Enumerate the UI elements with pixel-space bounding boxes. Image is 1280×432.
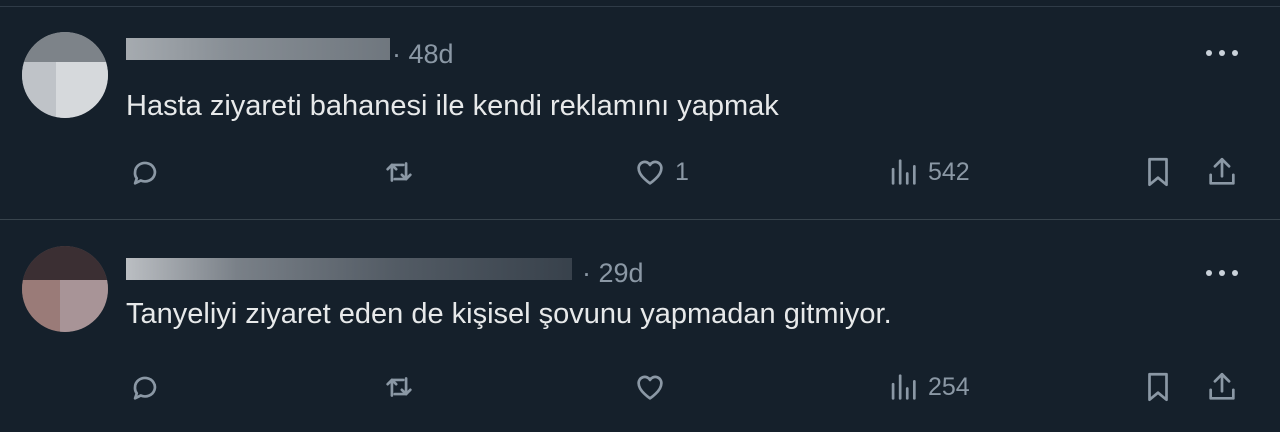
tweet[interactable]: · 29d Tanyeliyi ziyaret eden de kişisel … [0, 221, 1280, 432]
bookmark-icon [1148, 157, 1168, 187]
retweet-button[interactable] [382, 367, 424, 407]
retweet-icon [386, 162, 412, 182]
top-divider [0, 0, 1280, 7]
retweet-button[interactable] [382, 152, 424, 192]
more-icon[interactable] [1206, 268, 1240, 278]
views-button[interactable]: 254 [886, 367, 970, 407]
timestamp[interactable]: · 29d [582, 258, 644, 288]
like-button[interactable]: 1 [633, 152, 689, 192]
heart-icon [637, 375, 663, 400]
tweet-text: Tanyeliyi ziyaret eden de kişisel şovunu… [126, 298, 892, 330]
tweet-feed: · 48d Hasta ziyareti bahanesi ile kendi … [0, 0, 1280, 432]
like-button[interactable] [633, 367, 675, 407]
timestamp[interactable]: · 48d [392, 39, 454, 69]
view-count: 254 [928, 372, 970, 401]
heart-icon [637, 160, 663, 185]
reply-icon [133, 161, 157, 185]
bookmark-icon [1148, 372, 1168, 402]
avatar[interactable] [22, 246, 108, 332]
author-name-redacted[interactable] [126, 258, 572, 280]
bookmark-button[interactable] [1141, 152, 1175, 192]
share-button[interactable] [1205, 367, 1239, 407]
reply-button[interactable] [128, 367, 170, 407]
views-icon [891, 159, 916, 185]
avatar[interactable] [22, 32, 108, 118]
reply-button[interactable] [128, 152, 170, 192]
share-button[interactable] [1205, 152, 1239, 192]
retweet-icon [386, 377, 412, 397]
author-name-redacted[interactable] [126, 38, 390, 60]
views-icon [891, 374, 916, 400]
view-count: 542 [928, 157, 970, 186]
tweet[interactable]: · 48d Hasta ziyareti bahanesi ile kendi … [0, 8, 1280, 220]
bookmark-button[interactable] [1141, 367, 1175, 407]
share-icon [1209, 372, 1235, 400]
views-button[interactable]: 542 [886, 152, 970, 192]
tweet-text: Hasta ziyareti bahanesi ile kendi reklam… [126, 90, 779, 122]
share-icon [1209, 157, 1235, 185]
reply-icon [133, 376, 157, 400]
more-icon[interactable] [1206, 48, 1240, 58]
like-count: 1 [675, 157, 689, 186]
